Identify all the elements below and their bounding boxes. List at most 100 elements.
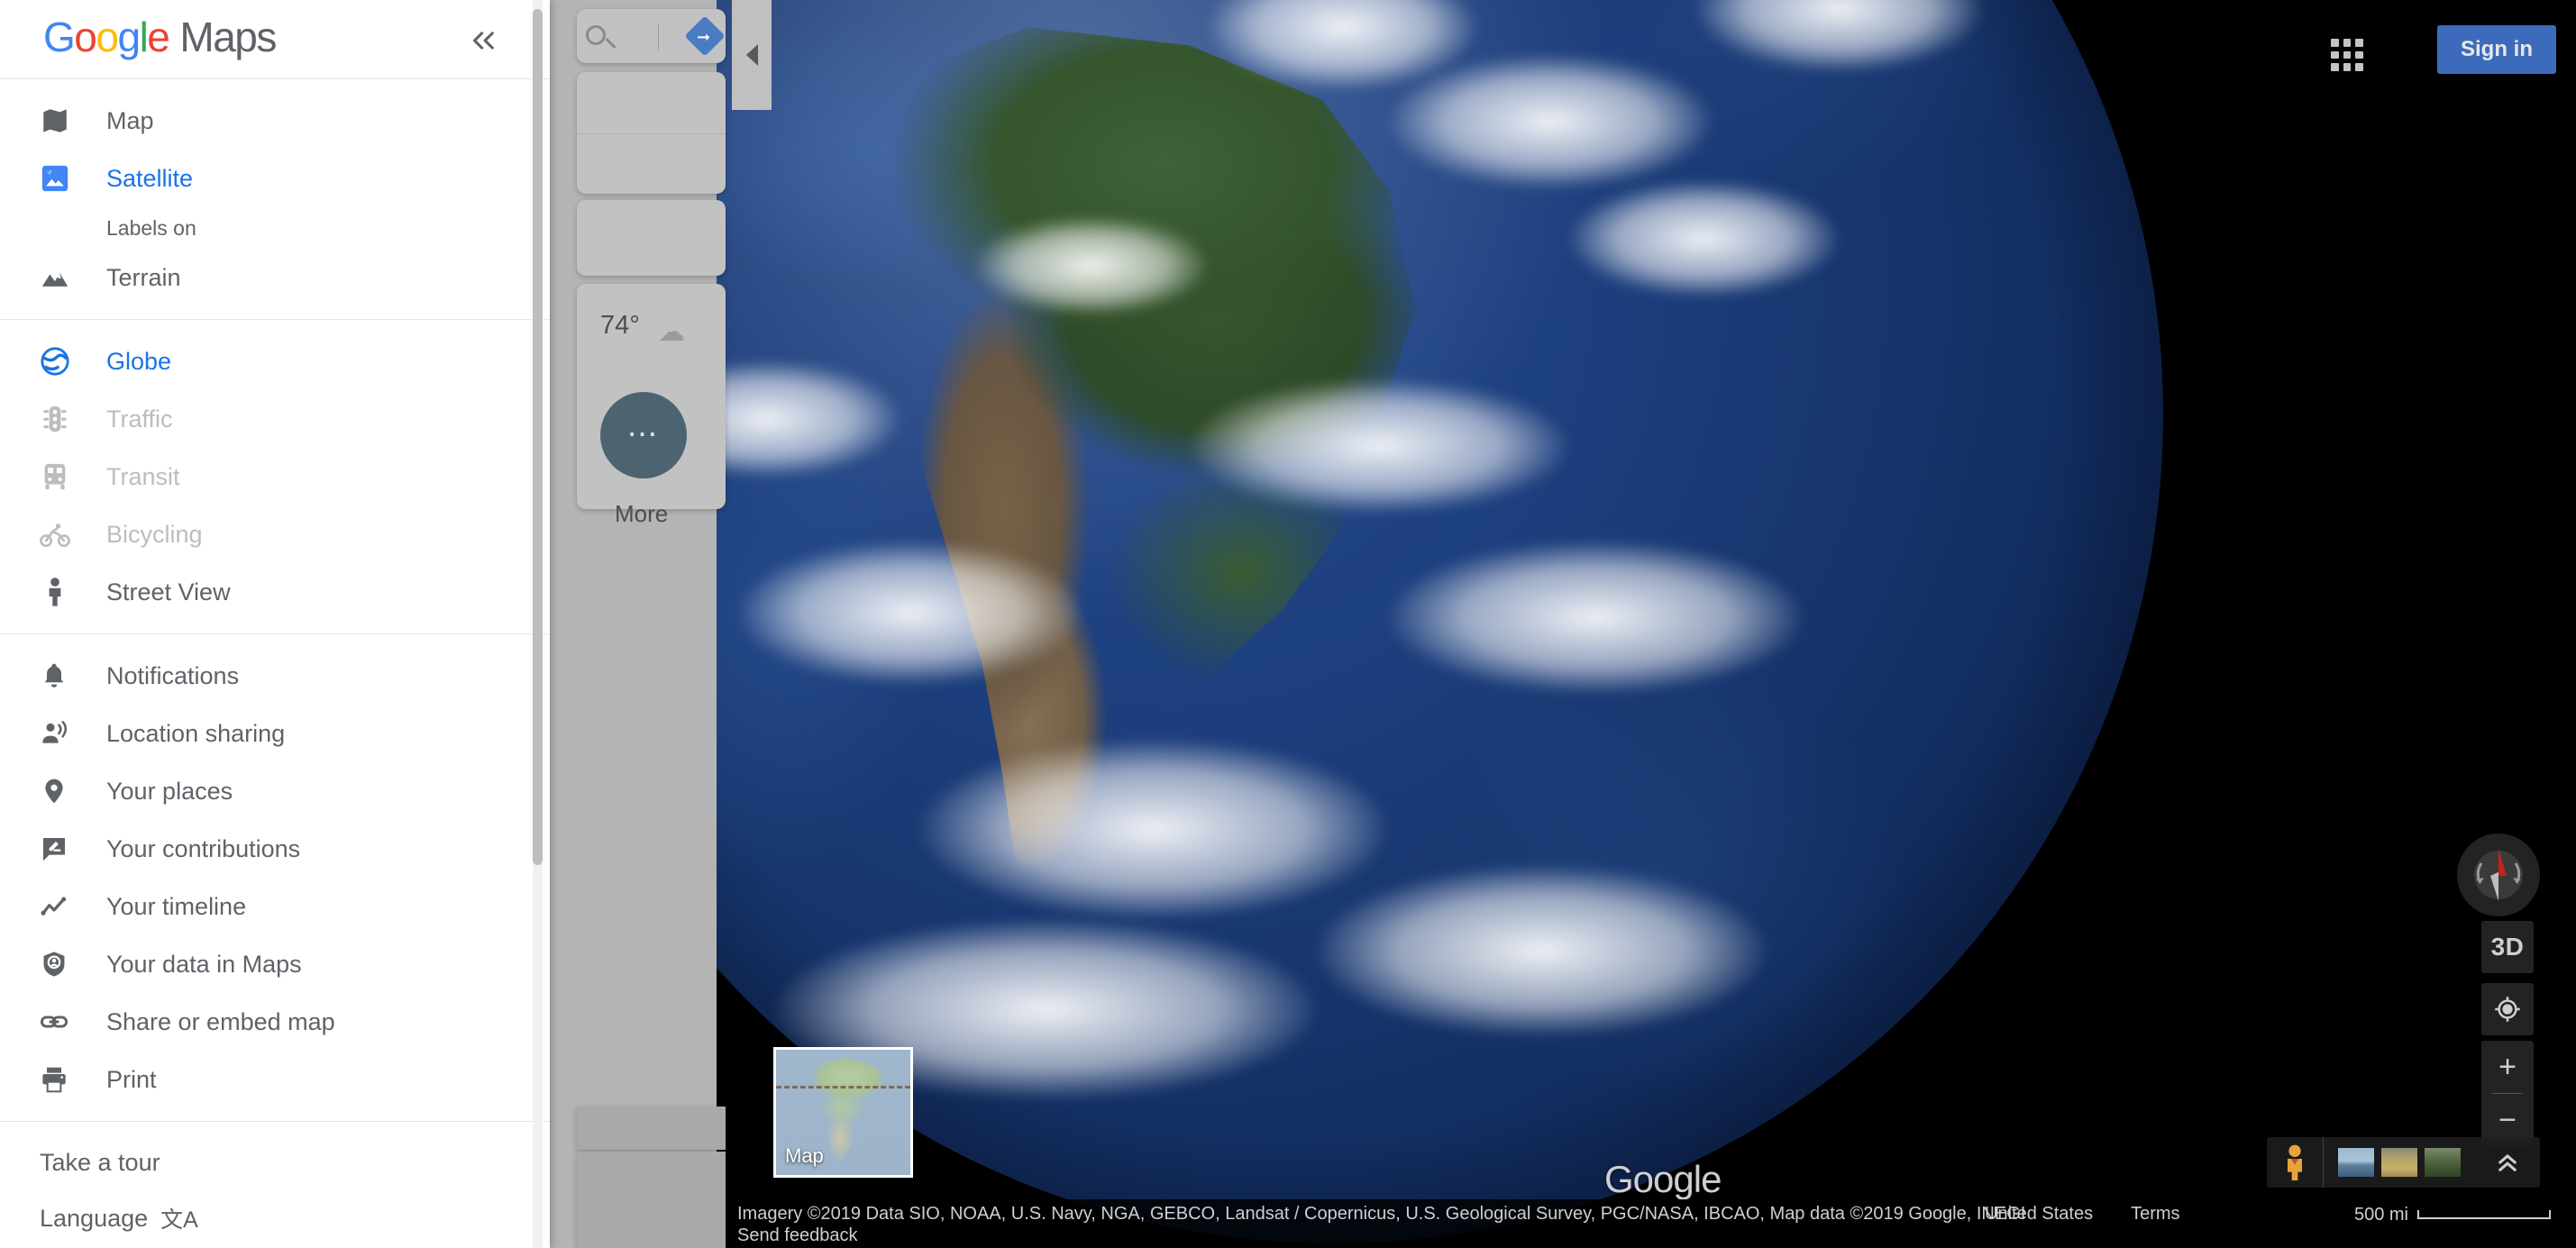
more-button[interactable]: ⋯: [600, 392, 687, 478]
panel-collapse-button[interactable]: [732, 0, 772, 110]
map-folded-icon: [40, 101, 87, 141]
sidebar-item-transit[interactable]: Transit: [0, 448, 550, 506]
terrain-mountain-icon: [40, 258, 87, 297]
sidebar-item-label: Traffic: [106, 405, 173, 433]
sidebar-item-label: Bicycling: [106, 520, 203, 548]
apps-grid-icon[interactable]: [2331, 39, 2363, 71]
secondary-card[interactable]: [577, 200, 726, 276]
sidebar-item-bicycling[interactable]: Bicycling: [0, 506, 550, 563]
attribution-text-block: Imagery ©2019 Data SIO, NOAA, U.S. Navy,…: [737, 1203, 2025, 1246]
streetview-layer-strip: [2267, 1137, 2540, 1188]
send-feedback-link[interactable]: Send feedback: [737, 1225, 2025, 1246]
weather-card[interactable]: 74° ☁ ⋯ More: [577, 284, 726, 527]
chevron-double-up-icon[interactable]: [2475, 1137, 2540, 1188]
compass-icon[interactable]: [2457, 834, 2540, 916]
logo-letter-l: l: [139, 14, 149, 60]
translate-icon: 文A: [160, 1207, 198, 1233]
menu-scrollbar-thumb[interactable]: [533, 9, 543, 865]
minimap-thumbnail[interactable]: Map: [773, 1047, 913, 1178]
transit-train-icon: [40, 457, 87, 496]
traffic-light-icon: [40, 399, 87, 439]
scale-bar: [2417, 1209, 2551, 1219]
logo-letter-e: e: [147, 14, 170, 60]
my-location-icon[interactable]: [2481, 983, 2534, 1035]
logo-letter-o2: o: [96, 14, 119, 60]
scale-label: 500 mi: [2353, 1205, 2408, 1225]
logo-letter-g: G: [43, 14, 76, 60]
sidebar-item-label: Street View: [106, 578, 231, 606]
toggle-3d-button[interactable]: 3D: [2481, 921, 2534, 973]
menu-section-overlays: Globe Traffic Transit Bicycling Street V…: [0, 320, 550, 634]
search-icon[interactable]: [586, 25, 606, 45]
directions-arrow-glyph: ➞: [697, 28, 711, 46]
sidebar-item-map[interactable]: Map: [0, 92, 550, 150]
sidebar-item-label: Notifications: [106, 661, 240, 689]
shield-person-icon: [40, 944, 87, 984]
main-menu-drawer: Google Maps Map Satellite Labels on Terr…: [0, 0, 550, 1248]
sidebar-item-globe[interactable]: Globe: [0, 332, 550, 390]
attribution-links: United States Terms: [1985, 1203, 2180, 1225]
bicycle-icon: [40, 515, 87, 554]
sidebar-item-label: Location sharing: [106, 719, 286, 747]
pegman-icon: [40, 572, 87, 612]
sign-in-button[interactable]: Sign in: [2437, 25, 2556, 74]
panel-footer-card-1[interactable]: [577, 1107, 726, 1150]
pegman-icon[interactable]: [2267, 1137, 2323, 1188]
more-label: More: [615, 500, 669, 527]
sidebar-item-label: Transit: [106, 462, 180, 490]
bell-icon: [40, 656, 87, 696]
sidebar-item-label: Globe: [106, 347, 172, 375]
printer-icon: [40, 1060, 87, 1099]
sidebar-item-location-sharing[interactable]: Location sharing: [0, 705, 550, 762]
sidebar-item-traffic[interactable]: Traffic: [0, 390, 550, 448]
satellite-labels-sublabel[interactable]: Labels on: [0, 207, 550, 249]
sidebar-item-notifications[interactable]: Notifications: [0, 647, 550, 705]
chevron-left-icon: [745, 44, 758, 66]
sidebar-item-satellite[interactable]: Satellite: [0, 150, 550, 207]
zoom-in-button[interactable]: +: [2481, 1041, 2534, 1093]
person-broadcast-icon: [40, 714, 87, 753]
take-a-tour-label: Take a tour: [40, 1148, 160, 1176]
sidebar-item-your-timeline[interactable]: Your timeline: [0, 878, 550, 935]
streetview-thumb-2[interactable]: [2381, 1148, 2417, 1177]
sidebar-item-your-data-in-maps[interactable]: Your data in Maps: [0, 935, 550, 993]
sidebar-item-terrain[interactable]: Terrain: [0, 249, 550, 306]
sidebar-item-label: Terrain: [106, 263, 181, 291]
sidebar-item-your-contributions[interactable]: Your contributions: [0, 820, 550, 878]
streetview-thumb-3[interactable]: [2425, 1148, 2461, 1177]
menu-section-footer: Take a tour Language 文A: [0, 1122, 550, 1248]
list-row-divider: [577, 133, 726, 134]
edit-bubble-icon: [40, 829, 87, 869]
search-panel: ➞ 74° ☁ ⋯ More: [550, 0, 726, 1248]
map-pin-icon: [40, 771, 87, 811]
streetview-thumb-1[interactable]: [2338, 1148, 2374, 1177]
country-link[interactable]: United States: [1985, 1203, 2093, 1225]
satellite-image-icon: [40, 159, 87, 198]
sidebar-item-share-or-embed-map[interactable]: Share or embed map: [0, 993, 550, 1051]
menu-header: Google Maps: [0, 0, 550, 79]
globe-icon: [40, 342, 87, 381]
sidebar-item-label: Share or embed map: [106, 1007, 335, 1035]
sidebar-item-street-view[interactable]: Street View: [0, 563, 550, 621]
ellipsis-icon: ⋯: [626, 417, 661, 452]
sidebar-item-your-places[interactable]: Your places: [0, 762, 550, 820]
sidebar-item-label: Print: [106, 1065, 157, 1093]
sidebar-item-label: Your timeline: [106, 892, 247, 920]
cloudy-icon: ☁: [658, 317, 685, 347]
sidebar-item-label: Satellite: [106, 164, 194, 192]
globe-render[interactable]: [505, 0, 2163, 1243]
sidebar-item-print[interactable]: Print: [0, 1051, 550, 1108]
suggestion-list-card[interactable]: [577, 72, 726, 194]
logo-letter-g2: g: [117, 14, 141, 60]
logo-word-maps: Maps: [179, 14, 277, 60]
panel-footer-card-2[interactable]: [577, 1152, 726, 1248]
search-bar-card[interactable]: ➞: [577, 9, 726, 63]
zoom-controls: + −: [2481, 1041, 2534, 1145]
sidebar-item-language[interactable]: Language 文A: [0, 1190, 550, 1246]
chevron-double-left-icon[interactable]: [460, 20, 508, 61]
terms-link[interactable]: Terms: [2131, 1203, 2179, 1225]
sidebar-item-take-a-tour[interactable]: Take a tour: [0, 1134, 550, 1190]
timeline-chart-icon: [40, 887, 87, 926]
streetview-thumbnails: [2324, 1148, 2475, 1177]
google-maps-logo[interactable]: Google Maps: [43, 13, 277, 61]
